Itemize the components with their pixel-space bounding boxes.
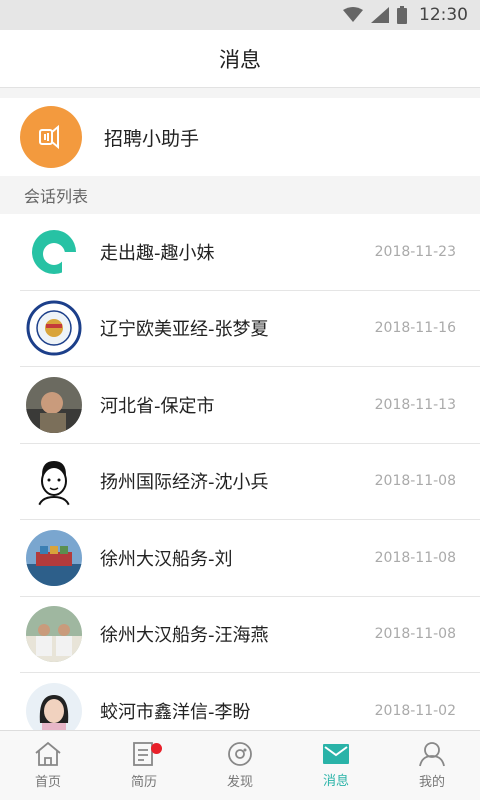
conversation-date: 2018-11-23 — [374, 243, 456, 260]
tab-label: 发现 — [226, 775, 253, 790]
crew-photo-avatar — [26, 606, 82, 663]
conversation-name: 扬州国际经济-沈小兵 — [100, 472, 269, 494]
conversation-date: 2018-11-02 — [374, 702, 456, 719]
conversation-date: 2018-11-08 — [374, 626, 456, 643]
profile-icon — [419, 742, 445, 767]
tab-discover[interactable]: 发现 — [192, 731, 288, 800]
home-icon — [35, 741, 61, 766]
battery-icon — [397, 6, 407, 24]
section-title: 会话列表 — [24, 187, 89, 206]
notification-badge — [151, 743, 162, 754]
conversation-row[interactable]: 蛟河市鑫洋信-李盼 2018-11-02 — [20, 673, 480, 730]
section-header: 会话列表 — [0, 176, 480, 214]
conversation-name: 走出趣-趣小妹 — [100, 242, 215, 264]
conversation-name: 徐州大汉船务-刘 — [100, 548, 233, 570]
status-time: 12:30 — [419, 5, 468, 25]
conversation-date: 2018-11-16 — [374, 320, 456, 337]
message-icon — [323, 744, 349, 764]
conversation-row[interactable]: 走出趣-趣小妹 2018-11-23 — [20, 214, 480, 291]
conversation-date: 2018-11-08 — [374, 549, 456, 566]
company-seal-avatar — [26, 300, 82, 357]
woman-photo-avatar — [26, 682, 82, 730]
conversation-date: 2018-11-13 — [374, 396, 456, 413]
tab-resume[interactable]: 简历 — [96, 731, 192, 800]
conversation-row[interactable]: 徐州大汉船务-刘 2018-11-08 — [20, 520, 480, 597]
tab-profile[interactable]: 我的 — [384, 731, 480, 800]
conversation-list: 走出趣-趣小妹 2018-11-23 辽宁欧美亚经-张梦夏 2018-11-16… — [0, 214, 480, 730]
discover-icon — [228, 742, 252, 766]
conversation-name: 徐州大汉船务-汪海燕 — [100, 625, 269, 647]
conversation-name: 辽宁欧美亚经-张梦夏 — [100, 319, 269, 341]
bottom-tab-bar: 首页 简历 发现 消息 我的 — [0, 730, 480, 800]
conversation-row[interactable]: 辽宁欧美亚经-张梦夏 2018-11-16 — [20, 291, 480, 367]
conversation-row[interactable]: 扬州国际经济-沈小兵 2018-11-08 — [20, 444, 480, 520]
page-title: 消息 — [219, 47, 261, 72]
photo-avatar — [26, 376, 82, 433]
ship-photo-avatar — [26, 529, 82, 586]
status-bar: 12:30 — [0, 0, 480, 30]
recruit-assistant-item[interactable]: 招聘小助手 — [0, 98, 480, 176]
tab-label: 我的 — [418, 775, 445, 790]
tab-message[interactable]: 消息 — [288, 731, 384, 800]
speaker-icon — [20, 106, 82, 168]
conversation-name: 河北省-保定市 — [100, 395, 215, 417]
conversation-row[interactable]: 河北省-保定市 2018-11-13 — [20, 367, 480, 444]
signal-icon — [371, 7, 389, 23]
assistant-label: 招聘小助手 — [104, 127, 200, 150]
qu-logo-icon — [26, 223, 82, 280]
wifi-icon — [343, 7, 363, 22]
tab-label: 简历 — [130, 775, 157, 790]
tab-label: 首页 — [34, 775, 61, 790]
page-header: 消息 — [0, 30, 480, 88]
conversation-date: 2018-11-08 — [374, 473, 456, 490]
tab-home[interactable]: 首页 — [0, 731, 96, 800]
tab-label: 消息 — [322, 774, 349, 789]
conversation-name: 蛟河市鑫洋信-李盼 — [100, 701, 251, 723]
conversation-row[interactable]: 徐州大汉船务-汪海燕 2018-11-08 — [20, 597, 480, 673]
cartoon-avatar — [26, 453, 82, 510]
